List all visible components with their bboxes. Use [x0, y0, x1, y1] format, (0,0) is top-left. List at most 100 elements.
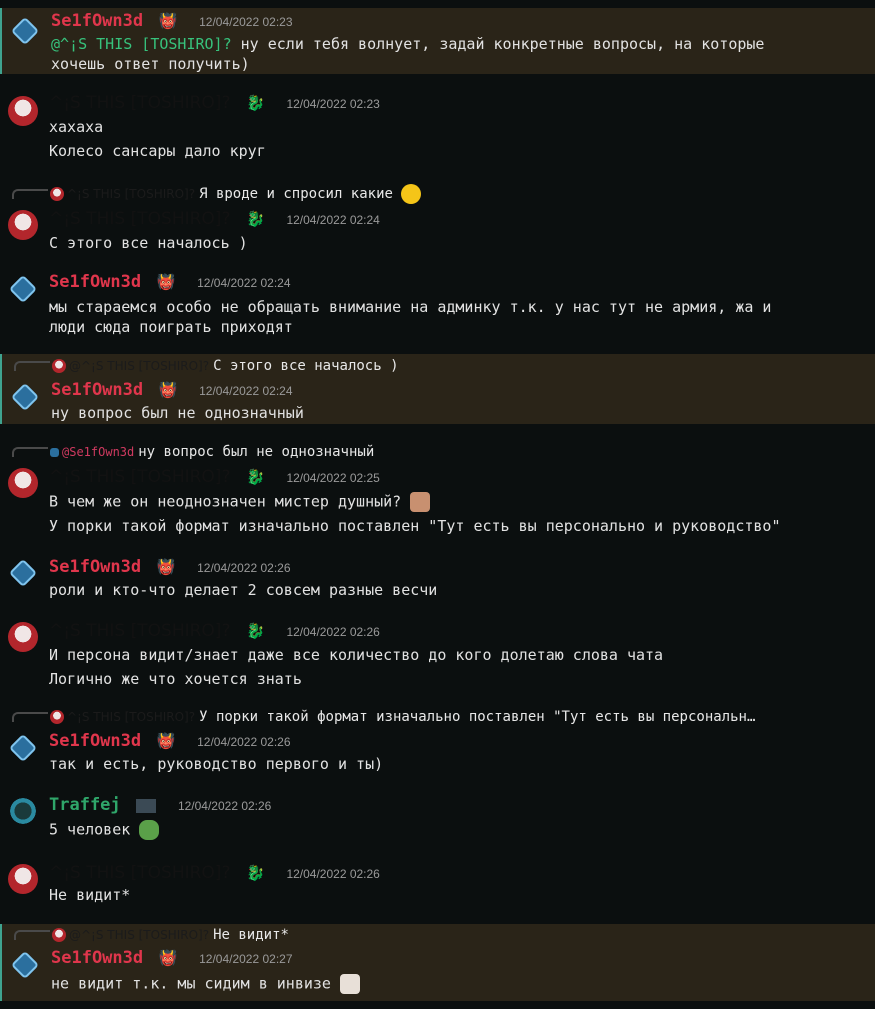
user-avatar[interactable]: [8, 96, 38, 126]
chat-message: Se1fOwn3d 👹 12/04/2022 02:23 @^¡S THIS […: [0, 8, 875, 74]
reply-preview[interactable]: ^¡S THIS [TOSHIRO]? У порки такой формат …: [12, 709, 755, 725]
frog-emoji-icon: [139, 820, 160, 840]
user-avatar[interactable]: [8, 733, 38, 763]
author-name[interactable]: Se1fOwn3d: [49, 272, 141, 292]
selfowned-logo-icon: [10, 16, 40, 46]
user-mention[interactable]: @^¡S THIS [TOSHIRO]?: [51, 35, 232, 53]
author-name[interactable]: Se1fOwn3d: [51, 380, 143, 400]
pixel-badge-icon: [136, 798, 157, 813]
chat-message: ^¡S THIS [TOSHIRO]? У порки такой формат …: [0, 705, 875, 780]
reply-avatar: [50, 710, 64, 724]
author-name[interactable]: Se1fOwn3d: [49, 731, 141, 751]
reply-text: ну вопрос был не однозначный: [138, 444, 375, 460]
user-avatar[interactable]: [10, 950, 40, 980]
author-name[interactable]: Se1fOwn3d: [49, 557, 141, 577]
user-avatar[interactable]: [8, 864, 38, 894]
reply-author: @^¡S THIS [TOSHIRO]?: [69, 928, 210, 942]
message-text: С этого все началось ): [49, 234, 248, 252]
timestamp: 12/04/2022 02:26: [286, 625, 380, 639]
demon-badge-icon: 👹: [158, 381, 178, 399]
author-name[interactable]: ^¡S THIS [TOSHIRO]?: [49, 209, 230, 229]
reply-author: ^¡S THIS [TOSHIRO]?: [67, 710, 196, 724]
selfowned-logo-icon: [8, 558, 38, 588]
dragon-badge-icon: 🐉: [246, 864, 265, 882]
reply-avatar: [52, 928, 66, 942]
selfowned-logo-icon: [8, 733, 38, 763]
user-avatar[interactable]: [8, 210, 38, 240]
message-text: Не видит*: [49, 886, 131, 904]
user-avatar[interactable]: [8, 796, 38, 826]
author-name[interactable]: Se1fOwn3d: [51, 11, 143, 31]
chat-message: ^¡S THIS [TOSHIRO]? Я вроде и спросил как…: [0, 180, 875, 256]
timestamp: 12/04/2022 02:24: [199, 384, 293, 398]
reply-preview[interactable]: ^¡S THIS [TOSHIRO]? Я вроде и спросил как…: [12, 184, 422, 204]
user-avatar[interactable]: [8, 468, 38, 498]
message-text: И персона видит/знает даже все количеств…: [49, 646, 664, 664]
message-text: хахаха: [49, 118, 104, 136]
reply-author: @^¡S THIS [TOSHIRO]?: [69, 359, 210, 373]
selfowned-logo-icon: [10, 950, 40, 980]
timestamp: 12/04/2022 02:25: [286, 471, 380, 485]
dragon-badge-icon: 🐉: [246, 468, 265, 486]
demon-badge-icon: 👹: [158, 12, 178, 30]
smile-emoji-icon: [401, 184, 422, 204]
selfowned-logo-icon: [10, 382, 40, 412]
demon-badge-icon: 👹: [156, 558, 176, 576]
reply-text: Я вроде и спросил какие: [199, 186, 393, 202]
reply-text: У порки такой формат изначально поставле…: [199, 709, 756, 725]
author-name[interactable]: ^¡S THIS [TOSHIRO]?: [49, 93, 230, 113]
reply-author: ^¡S THIS [TOSHIRO]?: [67, 187, 196, 201]
demon-badge-icon: 👹: [156, 273, 176, 291]
timestamp: 12/04/2022 02:23: [199, 15, 293, 29]
user-avatar[interactable]: [8, 622, 38, 652]
message-text: роли и кто-что делает 2 совсем разные ве…: [49, 581, 438, 599]
user-avatar[interactable]: [8, 558, 38, 588]
chat-message: ^¡S THIS [TOSHIRO]? 🐉 12/04/2022 02:23 х…: [0, 90, 875, 164]
chat-message: Se1fOwn3d 👹 12/04/2022 02:26 роли и кто-…: [0, 556, 875, 606]
timestamp: 12/04/2022 02:23: [286, 97, 380, 111]
message-text: ну вопрос был не однозначный: [51, 404, 304, 422]
message-text: люди сюда поиграть приходят: [49, 318, 293, 336]
message-text: Логично же что хочется знать: [49, 670, 302, 688]
message-text: 5 человек: [49, 820, 160, 840]
user-avatar[interactable]: [10, 382, 40, 412]
chat-message: Traffej 12/04/2022 02:26 5 человек: [0, 794, 875, 846]
chat-view: { "users": { "sel": "Se1fOwn3d", "toshir…: [0, 0, 875, 1009]
chat-message: ^¡S THIS [TOSHIRO]? 🐉 12/04/2022 02:26 Н…: [0, 862, 875, 912]
message-text: не видит т.к. мы сидим в инвизе: [51, 974, 360, 994]
author-name[interactable]: ^¡S THIS [TOSHIRO]?: [49, 863, 230, 883]
chat-message: @^¡S THIS [TOSHIRO]? С этого все началось…: [0, 354, 875, 424]
timestamp: 12/04/2022 02:26: [286, 867, 380, 881]
author-name[interactable]: ^¡S THIS [TOSHIRO]?: [49, 621, 230, 641]
timestamp: 12/04/2022 02:24: [197, 276, 291, 290]
reply-text: С этого все началось ): [213, 358, 399, 374]
timestamp: 12/04/2022 02:26: [197, 561, 291, 575]
user-avatar[interactable]: [10, 16, 40, 46]
chat-message: ^¡S THIS [TOSHIRO]? 🐉 12/04/2022 02:26 И…: [0, 620, 875, 694]
reply-avatar: [52, 359, 66, 373]
message-text: Колесо сансары дало круг: [49, 142, 266, 160]
dragon-badge-icon: 🐉: [246, 94, 265, 112]
author-name[interactable]: Traffej: [49, 795, 121, 815]
message-text: хочешь ответ получить): [51, 55, 250, 73]
face-emoji-icon: [410, 492, 431, 512]
author-name[interactable]: Se1fOwn3d: [51, 948, 143, 968]
author-name[interactable]: ^¡S THIS [TOSHIRO]?: [49, 467, 230, 487]
message-text: так и есть, руководство первого и ты): [49, 755, 384, 773]
user-avatar[interactable]: [8, 274, 38, 304]
reply-preview[interactable]: @Se1fOwn3d ну вопрос был не однозначный: [12, 444, 374, 460]
demon-badge-icon: 👹: [158, 949, 178, 967]
timestamp: 12/04/2022 02:26: [197, 735, 291, 749]
dragon-badge-icon: 🐉: [246, 622, 265, 640]
message-text: В чем же он неоднозначен мистер душный?: [49, 492, 431, 512]
chat-message: Se1fOwn3d 👹 12/04/2022 02:24 мы стараемс…: [0, 268, 875, 342]
message-text: У порки такой формат изначально поставле…: [49, 517, 781, 535]
reply-avatar: [50, 187, 64, 201]
message-text: мы стараемся особо не обращать внимание …: [49, 298, 772, 316]
reply-preview[interactable]: @^¡S THIS [TOSHIRO]? Не видит*: [14, 927, 289, 943]
demon-badge-icon: 👹: [156, 732, 176, 750]
chat-message: @Se1fOwn3d ну вопрос был не однозначный ^…: [0, 440, 875, 540]
timestamp: 12/04/2022 02:24: [286, 213, 380, 227]
reply-preview[interactable]: @^¡S THIS [TOSHIRO]? С этого все началось…: [14, 358, 399, 374]
dragon-badge-icon: 🐉: [246, 210, 265, 228]
